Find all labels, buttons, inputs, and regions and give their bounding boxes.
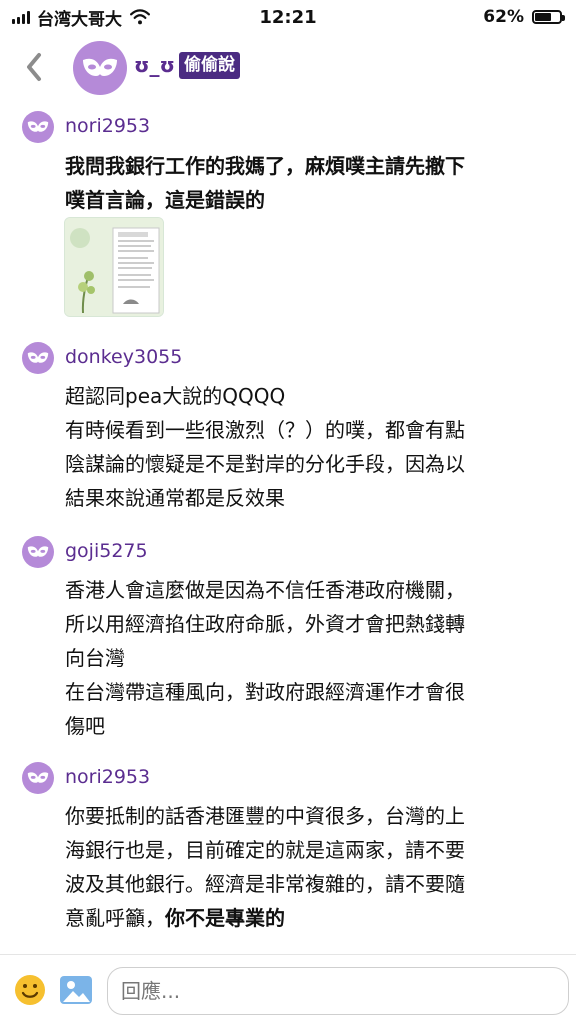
comment-text-normal: 意亂呼籲， [65,906,165,930]
mask-icon [27,352,49,363]
comment-avatar[interactable] [22,111,54,143]
comment-line: 在台灣帶這種風向，對政府跟經濟運作才會很 [65,680,465,704]
comment-line: 陰謀論的懷疑是不是對岸的分化手段，因為以 [65,452,465,476]
status-bar: 台湾大哥大 12:21 62% [0,0,576,34]
image-attachment[interactable] [64,217,164,317]
battery-percent: 62% [483,7,524,27]
comment-line: 香港人會這麼做是因為不信任香港政府機關， [65,578,465,602]
comment-line: 海銀行也是，目前確定的就是這兩家，請不要 [65,838,465,862]
comment-body: 超認同pea大說的QQQQ 有時候看到一些很激烈（？）的噗，都會有點 陰謀論的懷… [65,379,545,515]
comment-line: 波及其他銀行。經濟是非常複雜的，請不要隨 [65,872,465,896]
image-thumbnail [65,218,163,316]
comment-line: 我問我銀行工作的我媽了，麻煩噗主請先撤下 [65,154,465,178]
anonymous-badge: 偷偷說 [179,52,240,79]
image-button[interactable] [59,973,93,1007]
battery-icon [532,10,565,24]
comment-line: 向台灣 [65,646,125,670]
comment-line: 有時候看到一些很激烈（？）的噗，都會有點 [65,418,465,442]
signal-icon [12,10,30,24]
emoji-button[interactable] [13,973,47,1007]
wifi-icon [130,9,150,25]
carrier-name: 台湾大哥大 [37,9,122,30]
reply-input[interactable] [107,967,569,1015]
comment-line: 結果來說通常都是反效果 [65,486,285,510]
comment-body: 你要抵制的話香港匯豐的中資很多，台灣的上 海銀行也是，目前確定的就是這兩家，請不… [65,799,545,935]
battery-level [535,13,552,21]
status-left: 台湾大哥大 [12,5,212,30]
comment-avatar[interactable] [22,342,54,374]
comment-username[interactable]: nori2953 [65,114,150,138]
mask-icon [83,58,117,76]
comment-text-bold: 你不是專業的 [165,906,285,930]
back-button[interactable] [20,50,48,84]
mask-icon [27,121,49,132]
poster-name: ʊ_ʊ [134,53,175,77]
comment-username[interactable]: nori2953 [65,765,150,789]
clock: 12:21 [259,6,317,28]
status-right: 62% [483,7,565,27]
comment-avatar[interactable] [22,762,54,794]
comment-line: 傷吧 [65,714,105,738]
comment-line: 所以用經濟掐住政府命脈，外資才會把熱錢轉 [65,612,465,636]
comment-avatar[interactable] [22,536,54,568]
comment-line: 你要抵制的話香港匯豐的中資很多，台灣的上 [65,804,465,828]
comment-body: 香港人會這麼做是因為不信任香港政府機關， 所以用經濟掐住政府命脈，外資才會把熱錢… [65,573,545,743]
chevron-left-icon [27,53,41,81]
emoji-icon [15,975,45,1005]
poster-avatar[interactable] [73,41,127,95]
comment-body: 我問我銀行工作的我媽了，麻煩噗主請先撤下 噗首言論，這是錯誤的 [65,149,545,217]
comment-username[interactable]: goji5275 [65,539,148,563]
comment-username[interactable]: donkey3055 [65,345,182,369]
mask-icon [27,546,49,557]
mask-icon [27,772,49,783]
header: ʊ_ʊ 偷偷說 [0,38,576,96]
comment-line-mixed: 意亂呼籲，你不是專業的 [65,901,545,935]
image-icon [60,976,92,1004]
comment-line: 噗首言論，這是錯誤的 [65,188,265,212]
comment-line: 超認同pea大說的QQQQ [65,384,286,408]
reply-bar [0,955,576,1024]
